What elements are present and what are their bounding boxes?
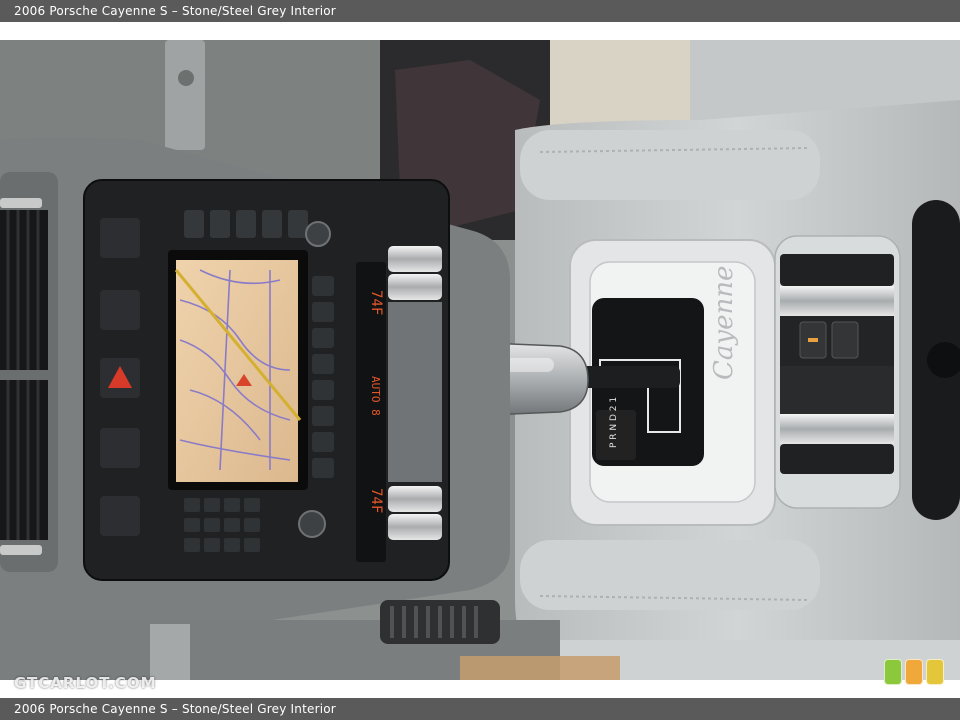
climate-roller-3[interactable] [388,486,442,512]
climate-roller-1[interactable] [388,246,442,272]
photo-illustration: P R N D 2 1 Cayenne 74F 74F AUTO 8 [0,40,960,680]
fan-readout: AUTO 8 [369,376,382,416]
switch-lower[interactable] [780,366,894,414]
switch-bottom[interactable] [780,444,894,474]
badge-yellow [926,659,944,685]
recirc-button[interactable] [100,290,140,330]
defrost-button[interactable] [100,428,140,468]
chrome-roller-top[interactable] [780,286,894,316]
badge-green [884,659,902,685]
seat-heat-right-button[interactable] [100,496,140,536]
right-temp-readout: 74F [368,488,384,513]
armrest-upper [520,130,820,200]
switch-top[interactable] [780,254,894,286]
left-temp-readout: 74F [368,290,384,315]
site-badges [884,659,946,687]
interior-photo: P R N D 2 1 Cayenne 74F 74F AUTO 8 [0,40,960,680]
caption-bottom: 2006 Porsche Cayenne S – Stone/Steel Gre… [0,698,960,720]
climate-roller-2[interactable] [388,274,442,300]
dash-trim-strip [165,40,205,150]
caption-top: 2006 Porsche Cayenne S – Stone/Steel Gre… [0,0,960,22]
climate-roller-4[interactable] [388,514,442,540]
cayenne-logo: Cayenne [709,266,739,380]
trim-screw [178,70,194,86]
seat-heat-left-button[interactable] [100,218,140,258]
watermark-text: GTCARLOT.COM [14,674,157,692]
gear-pattern-label: P R N D 2 1 [609,397,619,448]
tune-knob[interactable] [298,510,326,538]
volume-knob[interactable] [305,221,331,247]
badge-orange [905,659,923,685]
chrome-roller-bottom[interactable] [780,414,894,444]
